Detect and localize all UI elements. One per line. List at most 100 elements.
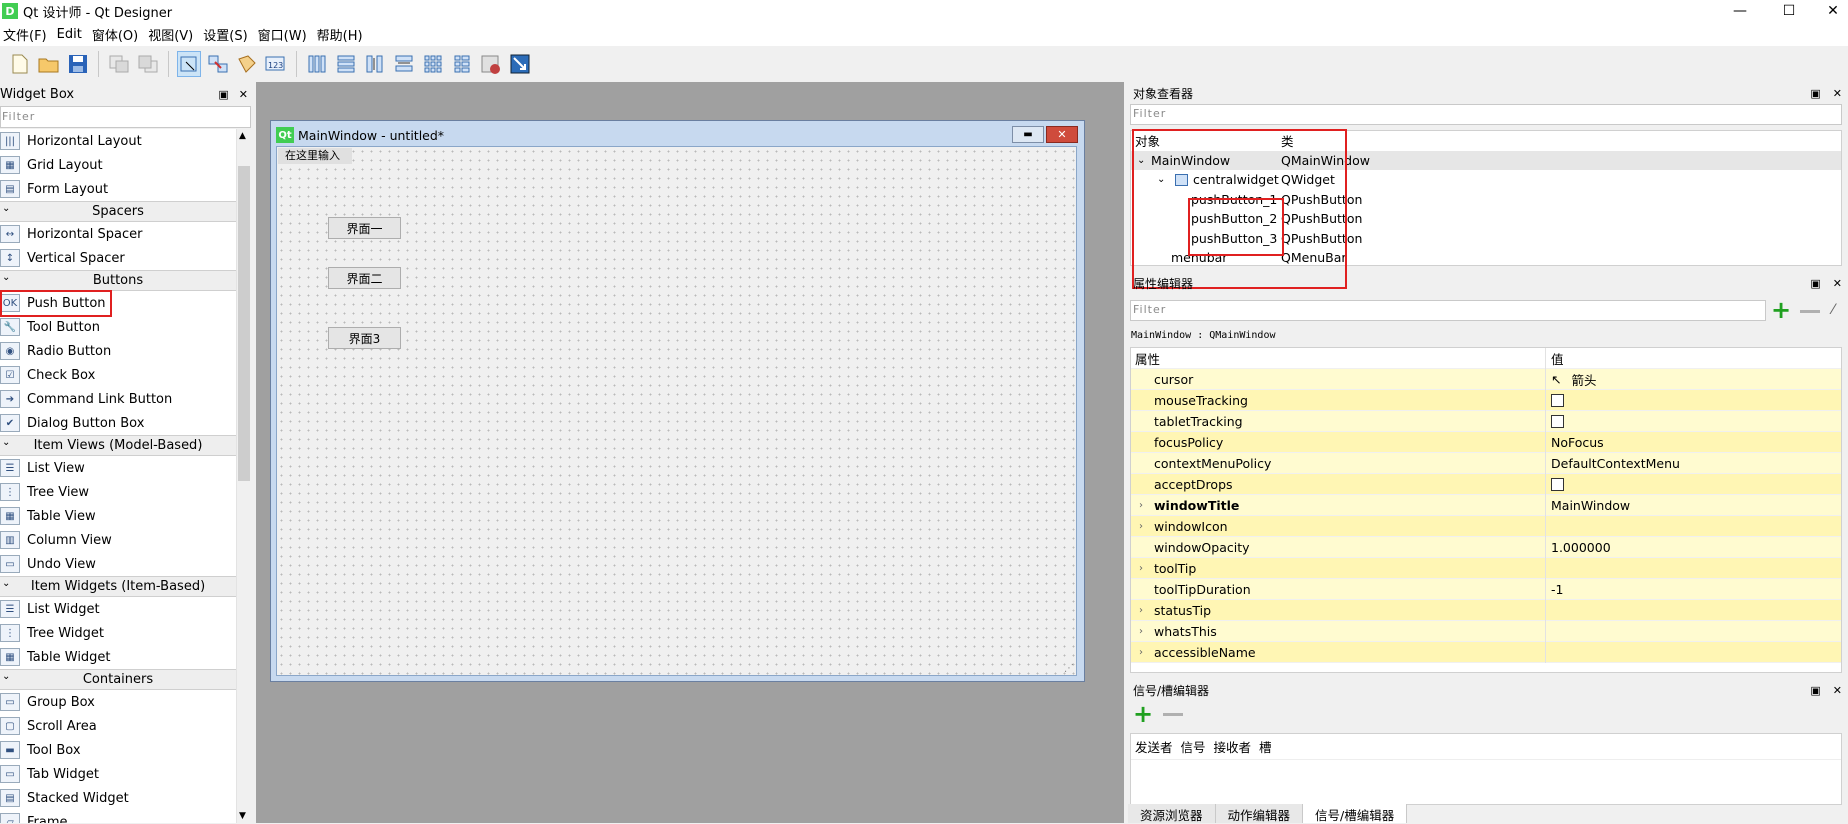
close-icon[interactable]: ✕: [239, 88, 248, 101]
float-icon[interactable]: ▣: [1810, 277, 1820, 290]
property-row[interactable]: tabletTracking: [1131, 411, 1841, 432]
property-row[interactable]: › windowTitle MainWindow: [1131, 495, 1841, 516]
form-button-1[interactable]: 界面一: [328, 217, 401, 239]
widget-item[interactable]: ⋮ Tree Widget: [0, 621, 236, 645]
bring-to-front-icon[interactable]: [136, 51, 160, 77]
close-icon[interactable]: ✕: [1833, 87, 1842, 100]
widget-item[interactable]: ▤ Stacked Widget: [0, 786, 236, 810]
layout-grid-icon[interactable]: [421, 51, 445, 77]
property-editor-filter-input[interactable]: Filter: [1130, 300, 1766, 321]
property-row[interactable]: mouseTracking: [1131, 390, 1841, 411]
menu-item-3[interactable]: 视图(V): [147, 25, 202, 44]
widget-item[interactable]: ✔ Dialog Button Box: [0, 411, 236, 435]
edit-tab-order-icon[interactable]: 123: [264, 51, 288, 77]
widget-item[interactable]: ▤ Form Layout: [0, 177, 236, 201]
object-inspector-filter-input[interactable]: Filter: [1130, 104, 1842, 125]
widget-item[interactable]: ↔ Horizontal Spacer: [0, 222, 236, 246]
save-icon[interactable]: [66, 51, 90, 77]
widget-item[interactable]: ⋮ Tree View: [0, 480, 236, 504]
edit-buddies-icon[interactable]: [235, 51, 259, 77]
edit-widgets-icon[interactable]: [177, 51, 201, 77]
form-minimize-button[interactable]: ▬: [1012, 126, 1044, 143]
tab-resource-browser[interactable]: 资源浏览器: [1128, 804, 1216, 823]
scroll-up-icon[interactable]: ▲: [239, 131, 246, 141]
form-menu-type-here[interactable]: 在这里输入: [278, 148, 352, 164]
adjust-size-icon[interactable]: [508, 51, 532, 77]
property-value[interactable]: [1551, 393, 1564, 407]
property-row[interactable]: acceptDrops: [1131, 474, 1841, 495]
remove-property-icon[interactable]: [1800, 310, 1820, 313]
menu-item-0[interactable]: 文件(F): [2, 25, 56, 44]
widget-item[interactable]: ▱ Frame: [0, 810, 236, 823]
property-value[interactable]: DefaultContextMenu: [1551, 456, 1680, 471]
menu-item-1[interactable]: Edit: [56, 27, 91, 42]
float-icon[interactable]: ▣: [1810, 87, 1820, 100]
chevron-right-icon[interactable]: ›: [1139, 521, 1143, 532]
widget-item[interactable]: ☰ List View: [0, 456, 236, 480]
property-row[interactable]: focusPolicy NoFocus: [1131, 432, 1841, 453]
property-row[interactable]: cursor ↖ 箭头: [1131, 369, 1841, 390]
property-row[interactable]: › windowIcon: [1131, 516, 1841, 537]
new-file-icon[interactable]: [8, 51, 32, 77]
layout-horizontal-splitter-icon[interactable]: [363, 51, 387, 77]
property-value[interactable]: -1: [1551, 582, 1563, 597]
property-value[interactable]: 1.000000: [1551, 540, 1611, 555]
close-icon[interactable]: ✕: [1833, 684, 1842, 697]
widget-box-filter-input[interactable]: Filter: [0, 106, 251, 128]
form-button-2[interactable]: 界面二: [328, 267, 401, 289]
scroll-down-icon[interactable]: ▼: [239, 811, 246, 821]
widget-item[interactable]: ▦ Grid Layout: [0, 153, 236, 177]
property-value[interactable]: ↖ 箭头: [1551, 370, 1597, 389]
widget-item[interactable]: ▢ Scroll Area: [0, 714, 236, 738]
widget-item[interactable]: ↕ Vertical Spacer: [0, 246, 236, 270]
chevron-right-icon[interactable]: ›: [1139, 626, 1143, 637]
property-value[interactable]: [1551, 477, 1564, 491]
tab-action-editor[interactable]: 动作编辑器: [1215, 804, 1304, 823]
menu-item-4[interactable]: 设置(S): [202, 25, 256, 44]
widget-box-scroll-thumb[interactable]: [238, 166, 250, 481]
open-folder-icon[interactable]: [37, 51, 61, 77]
widget-item[interactable]: ▦ Table View: [0, 504, 236, 528]
close-icon[interactable]: ✕: [1833, 277, 1842, 290]
maximize-button[interactable]: ☐: [1766, 0, 1812, 22]
property-row[interactable]: contextMenuPolicy DefaultContextMenu: [1131, 453, 1841, 474]
property-value[interactable]: MainWindow: [1551, 498, 1630, 513]
tab-signal-slot-editor[interactable]: 信号/槽编辑器: [1303, 804, 1408, 823]
property-row[interactable]: windowOpacity 1.000000: [1131, 537, 1841, 558]
widget-item[interactable]: ||| Horizontal Layout: [0, 129, 236, 153]
property-row[interactable]: toolTipDuration -1: [1131, 579, 1841, 600]
minimize-button[interactable]: —: [1717, 0, 1763, 22]
break-layout-icon[interactable]: [479, 51, 503, 77]
checkbox-icon[interactable]: [1551, 477, 1564, 491]
widget-item[interactable]: 🔧 Tool Button: [0, 315, 236, 339]
widget-item[interactable]: ▭ Undo View: [0, 552, 236, 576]
resize-grip-icon[interactable]: ⋰: [1064, 663, 1074, 674]
chevron-right-icon[interactable]: ›: [1139, 605, 1143, 616]
widget-item[interactable]: ➔ Command Link Button: [0, 387, 236, 411]
widget-item[interactable]: ☑ Check Box: [0, 363, 236, 387]
widget-item[interactable]: ▬ Tool Box: [0, 738, 236, 762]
layout-form-icon[interactable]: [450, 51, 474, 77]
add-dynamic-property-icon[interactable]: +: [1771, 298, 1793, 322]
form-close-button[interactable]: ✕: [1046, 126, 1078, 143]
form-button-3[interactable]: 界面3: [328, 327, 401, 349]
add-connection-icon[interactable]: +: [1133, 702, 1153, 726]
widget-category[interactable]: ⌄ Containers: [0, 669, 236, 690]
widget-category[interactable]: ⌄ Item Views (Model-Based): [0, 435, 236, 456]
layout-horizontally-icon[interactable]: [305, 51, 329, 77]
widget-category[interactable]: ⌄ Item Widgets (Item-Based): [0, 576, 236, 597]
remove-connection-icon[interactable]: [1163, 713, 1183, 716]
checkbox-icon[interactable]: [1551, 393, 1564, 407]
widget-item[interactable]: ◉ Radio Button: [0, 339, 236, 363]
float-icon[interactable]: ▣: [218, 88, 228, 101]
property-row[interactable]: › toolTip: [1131, 558, 1841, 579]
widget-item[interactable]: ▭ Group Box: [0, 690, 236, 714]
layout-vertical-splitter-icon[interactable]: [392, 51, 416, 77]
property-value[interactable]: NoFocus: [1551, 435, 1604, 450]
property-value[interactable]: [1551, 414, 1564, 428]
menu-item-5[interactable]: 窗口(W): [257, 25, 316, 44]
chevron-right-icon[interactable]: ›: [1139, 647, 1143, 658]
widget-item[interactable]: ☰ List Widget: [0, 597, 236, 621]
checkbox-icon[interactable]: [1551, 414, 1564, 428]
menu-item-6[interactable]: 帮助(H): [316, 25, 372, 44]
